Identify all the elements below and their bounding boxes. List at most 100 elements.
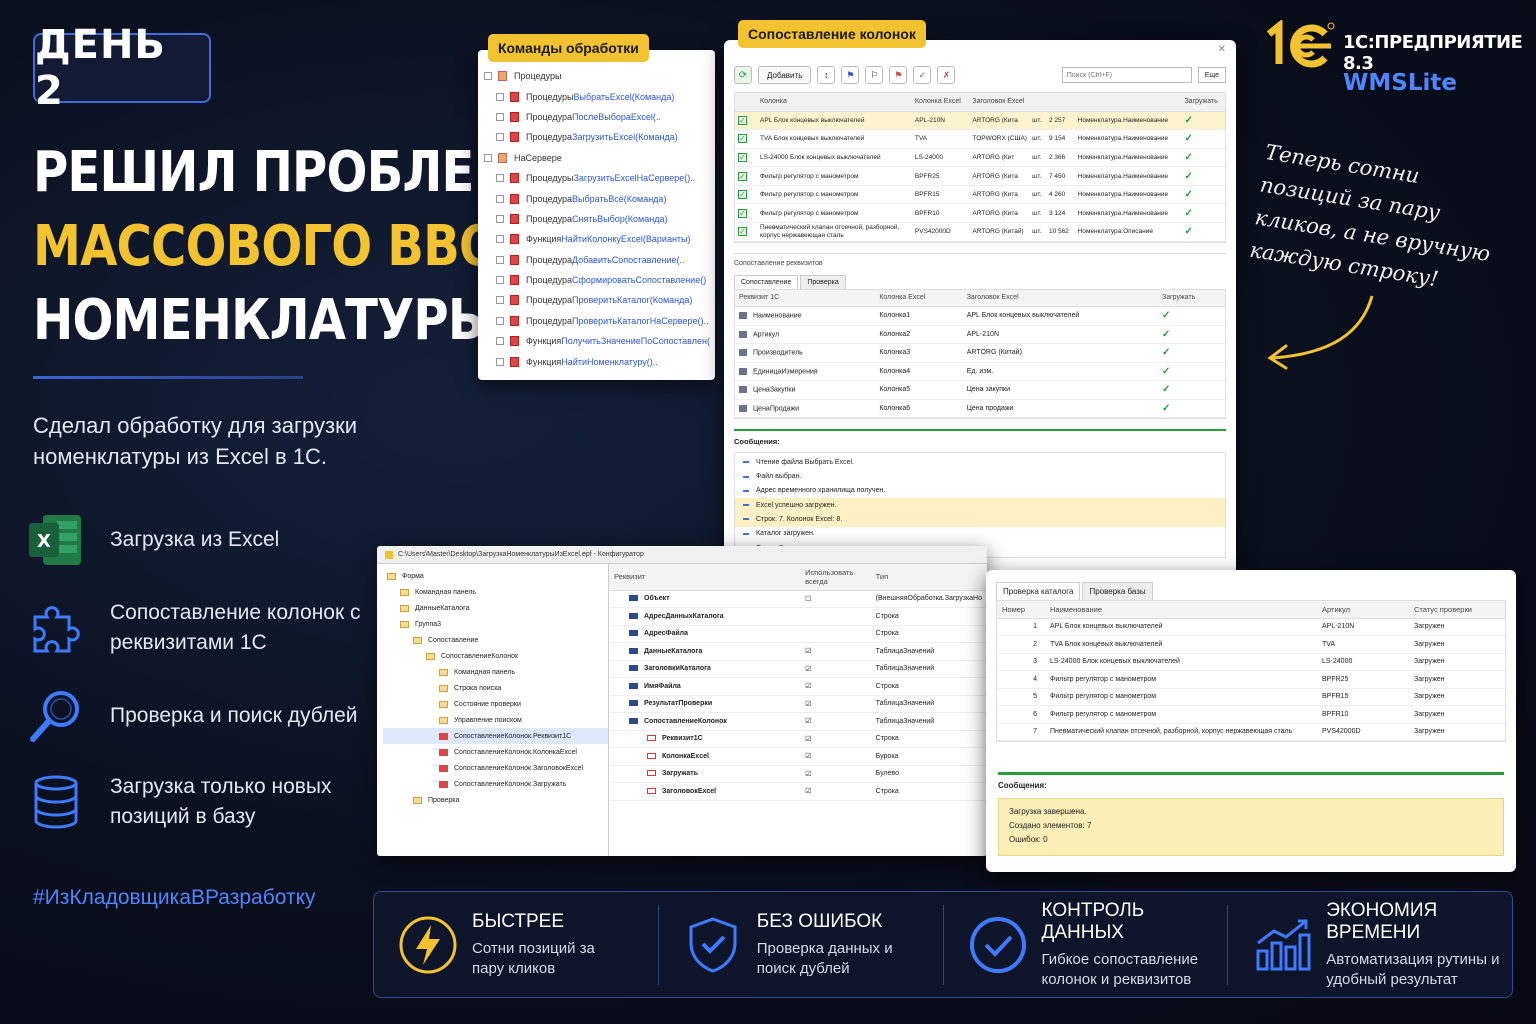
col-header[interactable]: Наименование: [1045, 601, 1317, 619]
tab-check[interactable]: Проверка: [800, 274, 846, 289]
tree-node[interactable]: Строка поиска: [383, 680, 608, 696]
command-item[interactable]: Процедура ПроверитьКаталогНаСервере()..: [484, 311, 715, 331]
row-checkbox[interactable]: ✓: [735, 129, 757, 149]
tree-node[interactable]: Командная панель: [383, 584, 608, 600]
cell-use-always[interactable]: ☑: [800, 747, 871, 766]
tree-node[interactable]: СопоставлениеКолонок: [383, 648, 608, 664]
row-checkbox[interactable]: ✓: [735, 185, 757, 205]
load-check[interactable]: ✓: [1157, 380, 1225, 400]
col-header[interactable]: Артикул: [1317, 601, 1409, 619]
expand-icon[interactable]: [496, 255, 504, 264]
load-check[interactable]: ✓: [1181, 203, 1225, 224]
table-row[interactable]: ✓ APL Блок концевых выключателей APL-210N A…: [735, 111, 1225, 131]
cell-use-always[interactable]: ☑: [800, 730, 871, 748]
expand-icon[interactable]: [496, 174, 504, 183]
table-row[interactable]: 4 Фильтр регулятор с манометром BPFR25 Загр…: [997, 670, 1505, 689]
table-row[interactable]: ✓ Пневматический клапан отсечной, разборн…: [735, 222, 1225, 242]
expand-icon[interactable]: [496, 133, 504, 142]
load-check[interactable]: ✓: [1181, 185, 1225, 205]
command-item[interactable]: Процедуры ЗагрузитьExcelНаСервере()..: [484, 168, 715, 188]
load-check[interactable]: ✓: [1157, 306, 1225, 326]
table-row[interactable]: ✓ Фильтр регулятор с манометром BPFR15 ARTO…: [735, 185, 1225, 205]
table-row[interactable]: Объект ☐ (ВнешняяОбработка.ЗагрузкаНо: [609, 590, 987, 608]
move-up-icon[interactable]: ↕: [817, 66, 836, 84]
table-row[interactable]: СопоставлениеКолонок ☑ ТаблицаЗначений: [609, 712, 987, 731]
table-row[interactable]: ✓ LS-24000 Блок концевых выключателей LS-2…: [735, 148, 1225, 168]
cell-use-always[interactable]: ☐: [800, 590, 871, 608]
row-checkbox[interactable]: ✓: [735, 148, 757, 168]
table-row[interactable]: Реквизит1С ☑ Строка: [609, 730, 987, 748]
cell-use-always[interactable]: ☑: [800, 642, 871, 661]
cell-use-always[interactable]: ☑: [800, 660, 871, 678]
table-row[interactable]: ДанныеКаталога ☑ ТаблицаЗначений: [609, 642, 987, 661]
cell-use-always[interactable]: [800, 625, 871, 643]
load-check[interactable]: ✓: [1157, 343, 1225, 363]
cell-requisite[interactable]: Номенклатура.Наименование: [1074, 203, 1182, 224]
col-header[interactable]: Колонка Excel: [875, 289, 963, 308]
table-row[interactable]: ✓ Фильтр регулятор с манометром BPFR25 ARTO…: [735, 166, 1225, 186]
tree-node[interactable]: Состояние проверки: [383, 696, 608, 712]
table-row[interactable]: ✓ TVA Блок концевых выключателей TVA TOPWOR…: [735, 129, 1225, 149]
table-row[interactable]: ЕдиницаИзмерения Колонка4 Ед. изм. ✓: [735, 362, 1225, 382]
table-row[interactable]: 2 TVA Блок концевых выключателей TVA Загруж…: [997, 635, 1505, 654]
load-check[interactable]: ✓: [1181, 222, 1225, 242]
expand-icon[interactable]: [496, 214, 504, 223]
hashtag[interactable]: #ИзКладовщикаВРазработку: [33, 886, 316, 910]
load-check[interactable]: ✓: [1157, 362, 1225, 382]
table-row[interactable]: Наименование Колонка1 APL Блок концевых вы…: [735, 306, 1225, 326]
expand-icon[interactable]: [496, 194, 504, 203]
cell-use-always[interactable]: ☑: [800, 677, 871, 696]
col-header[interactable]: Заголовок Excel: [969, 93, 1075, 112]
expand-icon[interactable]: [496, 112, 504, 121]
col-header[interactable]: Номер: [997, 601, 1045, 619]
tree-node[interactable]: СопоставлениеКолонок.ЗаголовокExcel: [383, 760, 608, 776]
tree-node[interactable]: СопоставлениеКолонок.КолонкаExcel: [383, 744, 608, 760]
col-header[interactable]: Реквизит: [609, 564, 801, 591]
table-row[interactable]: 5 Фильтр регулятор с манометром BPFR15 Загр…: [997, 688, 1505, 706]
table-row[interactable]: Артикул Колонка2 APL-210N ✓: [735, 325, 1225, 345]
row-checkbox[interactable]: ✓: [735, 203, 757, 224]
tree-node[interactable]: ДанныеКаталога: [383, 600, 608, 616]
tree-node[interactable]: Проверка: [383, 792, 608, 808]
col-header[interactable]: Использовать всегда: [800, 564, 871, 591]
expand-icon[interactable]: [484, 153, 492, 162]
table-row[interactable]: ЗаголовокExcel ☑ Строка: [609, 782, 987, 801]
tab-mapping[interactable]: Сопоставление: [734, 274, 799, 289]
check-all-icon[interactable]: ✓: [913, 66, 932, 84]
table-row[interactable]: РезультатПроверки ☑ ТаблицаЗначений: [609, 695, 987, 713]
table-row[interactable]: 7 Пневматический клапан отсечной, разборн…: [997, 723, 1505, 741]
command-item[interactable]: Процедура ЗагрузитьExcel(Команда): [484, 127, 715, 147]
tree-node[interactable]: СопоставлениеКолонок.Реквизит1С: [383, 728, 608, 744]
table-row[interactable]: Загружать ☑ Булево: [609, 765, 987, 783]
delete-icon[interactable]: ⚑: [889, 66, 908, 84]
table-row[interactable]: Производитель Колонка3 ARTORG (Китай) ✓: [735, 343, 1225, 363]
cell-requisite[interactable]: Номенклатура.Наименование: [1074, 166, 1182, 186]
cell-requisite[interactable]: Номенклатура.Наименование: [1074, 111, 1182, 131]
refresh-icon[interactable]: ⟳: [734, 66, 752, 84]
tree-node[interactable]: Сопоставление: [383, 632, 608, 648]
expand-icon[interactable]: [496, 92, 504, 101]
select-icon[interactable]: ⚑: [841, 66, 860, 84]
col-header[interactable]: Загружать: [1157, 289, 1225, 308]
table-row[interactable]: ЦенаПродажи Колонка6 Цена продажи ✓: [735, 399, 1225, 419]
expand-icon[interactable]: [496, 337, 504, 346]
load-check[interactable]: ✓: [1157, 399, 1225, 419]
cell-requisite[interactable]: Номенклатура.Описание: [1074, 222, 1182, 242]
row-checkbox[interactable]: ✓: [735, 111, 757, 131]
col-header[interactable]: [1074, 93, 1182, 112]
table-row[interactable]: 1 APL Блок концевых выключателей APL-210N З…: [997, 618, 1505, 636]
cell-requisite[interactable]: Номенклатура.Наименование: [1074, 148, 1182, 168]
load-check[interactable]: ✓: [1181, 148, 1225, 168]
add-button[interactable]: Добавить: [758, 66, 812, 84]
command-item[interactable]: Процедура ВыбратьВсё(Команда): [484, 188, 715, 208]
row-checkbox[interactable]: ✓: [735, 222, 757, 242]
command-item[interactable]: Процедура ПроверитьКаталог(Команда): [484, 290, 715, 310]
uncheck-all-icon[interactable]: ✗: [937, 66, 956, 84]
col-header[interactable]: Тип: [870, 564, 987, 591]
more-button[interactable]: Еще: [1197, 67, 1226, 83]
expand-icon[interactable]: [496, 316, 504, 325]
command-item[interactable]: Процедура ПослеВыбораExcel(..: [484, 107, 715, 127]
command-item[interactable]: НаСервере: [484, 148, 715, 168]
tree-node[interactable]: Командная панель: [383, 664, 608, 680]
cell-use-always[interactable]: ☑: [800, 712, 871, 731]
